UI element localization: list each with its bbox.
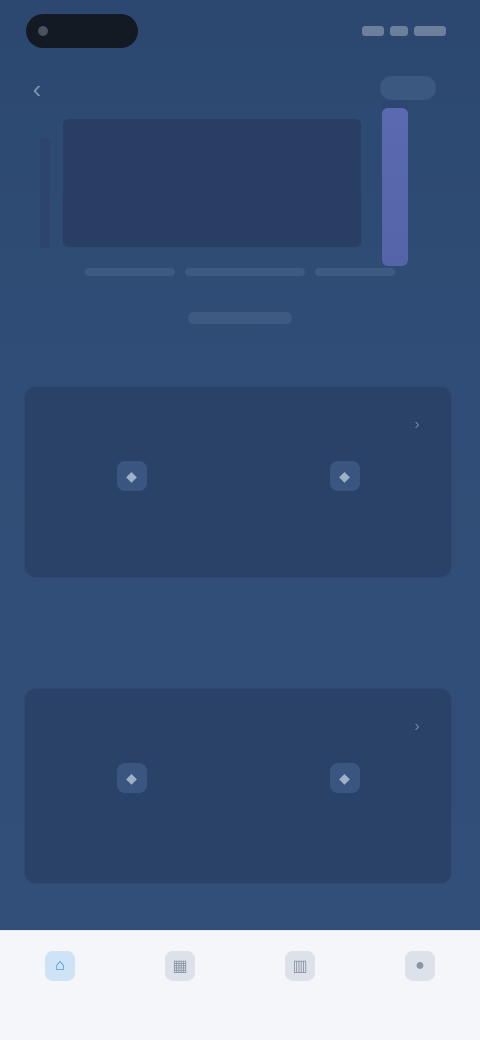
chevron-right-icon[interactable]: › bbox=[405, 715, 429, 739]
sensor-icon: ◆ bbox=[116, 461, 147, 491]
nav-item-user[interactable]: ● bbox=[380, 951, 460, 1040]
grid-icon: ▦ bbox=[165, 951, 195, 981]
status-pill bbox=[26, 14, 138, 48]
chevron-left-icon[interactable]: ‹ bbox=[22, 74, 52, 104]
card-column: ◆ bbox=[25, 461, 238, 561]
caption-segment bbox=[85, 268, 175, 276]
caption-segment bbox=[315, 268, 395, 276]
nav-item-chart[interactable]: ▥ bbox=[260, 951, 340, 1040]
preview-subcaption bbox=[188, 312, 292, 324]
caption-segment bbox=[185, 268, 305, 276]
signal-icon bbox=[362, 26, 384, 36]
header-action-button[interactable] bbox=[380, 76, 436, 100]
battery-icon bbox=[414, 26, 446, 36]
preview-panel bbox=[62, 118, 362, 248]
card-column: ◆ bbox=[25, 763, 238, 863]
user-icon: ● bbox=[405, 951, 435, 981]
status-icons bbox=[362, 24, 446, 38]
header: ‹ bbox=[0, 66, 480, 112]
card-column: ◆ bbox=[238, 461, 451, 561]
home-icon: ⌂ bbox=[45, 951, 75, 981]
chevron-right-icon[interactable]: › bbox=[405, 413, 429, 437]
card-column: ◆ bbox=[238, 763, 451, 863]
wifi-icon bbox=[390, 26, 408, 36]
card-columns: ◆ ◆ bbox=[25, 461, 451, 561]
chart-icon: ▥ bbox=[285, 951, 315, 981]
level-meter-fill bbox=[382, 108, 408, 266]
info-card[interactable]: › ◆ ◆ bbox=[24, 688, 452, 884]
info-card[interactable]: › ◆ ◆ bbox=[24, 386, 452, 578]
nav-item-home[interactable]: ⌂ bbox=[20, 951, 100, 1040]
sensor-icon: ◆ bbox=[329, 763, 360, 793]
status-bar bbox=[0, 0, 480, 60]
app-screen: ‹ › ◆ ◆ › ◆ ◆ bbox=[0, 0, 480, 930]
bottom-nav: ⌂ ▦ ▥ ● bbox=[0, 930, 480, 1040]
card-columns: ◆ ◆ bbox=[25, 763, 451, 863]
camera-dot-icon bbox=[38, 26, 48, 36]
preview-caption bbox=[60, 262, 420, 286]
level-meter bbox=[382, 100, 408, 266]
sensor-icon: ◆ bbox=[116, 763, 147, 793]
preview-side-bar bbox=[40, 138, 50, 248]
sensor-icon: ◆ bbox=[329, 461, 360, 491]
nav-item-grid[interactable]: ▦ bbox=[140, 951, 220, 1040]
